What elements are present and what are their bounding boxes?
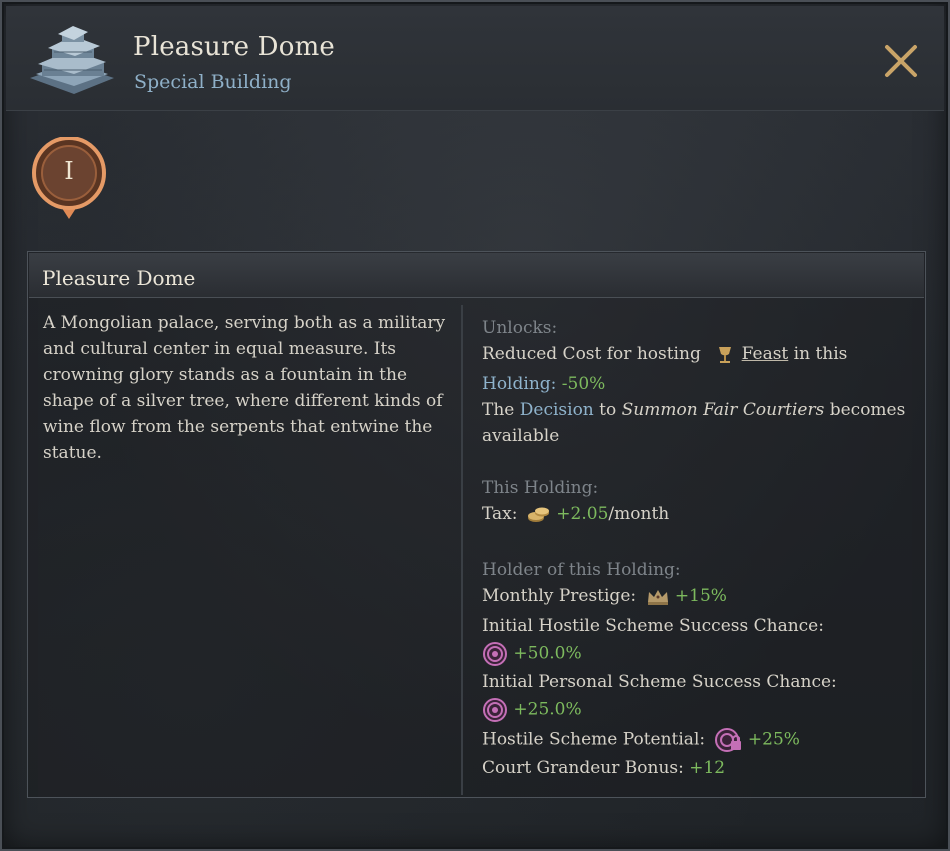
building-description: A Mongolian palace, serving both as a mi… <box>43 313 446 463</box>
prestige-line: Monthly Prestige: +15% <box>482 586 727 606</box>
grandeur-value: +12 <box>689 758 726 778</box>
hostile-scheme-value-line: +50.0% <box>482 642 582 666</box>
tax-label: Tax: <box>482 504 518 524</box>
unlock-feast-line: Reduced Cost for hosting Feast in this <box>482 344 847 365</box>
holder-heading: Holder of this Holding: <box>482 560 681 580</box>
level-numeral: I <box>64 157 74 185</box>
building-window: Pleasure Dome Special Building I Pleasur… <box>0 0 950 851</box>
personal-scheme-value: +25.0% <box>513 699 582 720</box>
building-details-panel: Pleasure Dome A Mongolian palace, servin… <box>27 251 926 798</box>
hostile-scheme-value: +50.0% <box>513 643 582 664</box>
unlock-feast-prefix: Reduced Cost for hosting <box>482 344 701 364</box>
grandeur-line: Court Grandeur Bonus: +12 <box>482 758 725 778</box>
window-subtitle: Special Building <box>134 71 292 93</box>
decision-name: Summon Fair Courtiers <box>621 400 825 420</box>
decision-to: to <box>599 400 617 420</box>
grandeur-label: Court Grandeur Bonus: <box>482 758 684 778</box>
hostile-scheme-line: Initial Hostile Scheme Success Chance: <box>482 616 824 636</box>
feast-link[interactable]: Feast <box>742 344 789 364</box>
unlock-feast-suffix: in this <box>793 344 848 364</box>
scheme-target-icon <box>483 642 507 666</box>
panel-title: Pleasure Dome <box>42 266 196 290</box>
decision-prefix: The <box>482 400 515 420</box>
decision-available-line: available <box>482 426 560 446</box>
scheme-potential-value: +25% <box>747 729 800 750</box>
scheme-potential-line: Hostile Scheme Potential: +25% <box>482 728 800 752</box>
feast-cost-value: -50% <box>561 374 606 394</box>
pagoda-building-icon <box>30 26 114 94</box>
decision-link[interactable]: Decision <box>520 400 594 420</box>
gold-coins-icon <box>527 507 549 522</box>
this-holding-heading: This Holding: <box>482 478 599 498</box>
personal-scheme-value-line: +25.0% <box>482 698 582 722</box>
crown-icon <box>647 589 668 605</box>
unlock-holding-line: Holding: -50% <box>482 374 605 394</box>
tax-unit: /month <box>608 504 670 524</box>
close-icon[interactable] <box>878 38 924 84</box>
holding-label: Holding: <box>482 374 557 394</box>
unlocks-heading: Unlocks: <box>482 318 558 338</box>
scheme-target-icon <box>483 698 507 722</box>
prestige-label: Monthly Prestige: <box>482 586 637 606</box>
decision-suffix: becomes <box>829 400 906 420</box>
tax-value: +2.05 <box>556 504 609 524</box>
unlock-decision-line: The Decision to Summon Fair Courtiers be… <box>482 400 905 420</box>
window-title: Pleasure Dome <box>133 32 336 62</box>
prestige-value: +15% <box>674 586 727 606</box>
tax-line: Tax: +2.05/month <box>482 504 669 525</box>
scheme-potential-label: Hostile Scheme Potential: <box>482 729 706 750</box>
feast-goblet-icon <box>719 346 732 363</box>
panel-header: Pleasure Dome <box>29 253 924 298</box>
scheme-lock-icon <box>714 728 741 752</box>
column-divider <box>461 305 463 795</box>
personal-scheme-line: Initial Personal Scheme Success Chance: <box>482 672 837 692</box>
